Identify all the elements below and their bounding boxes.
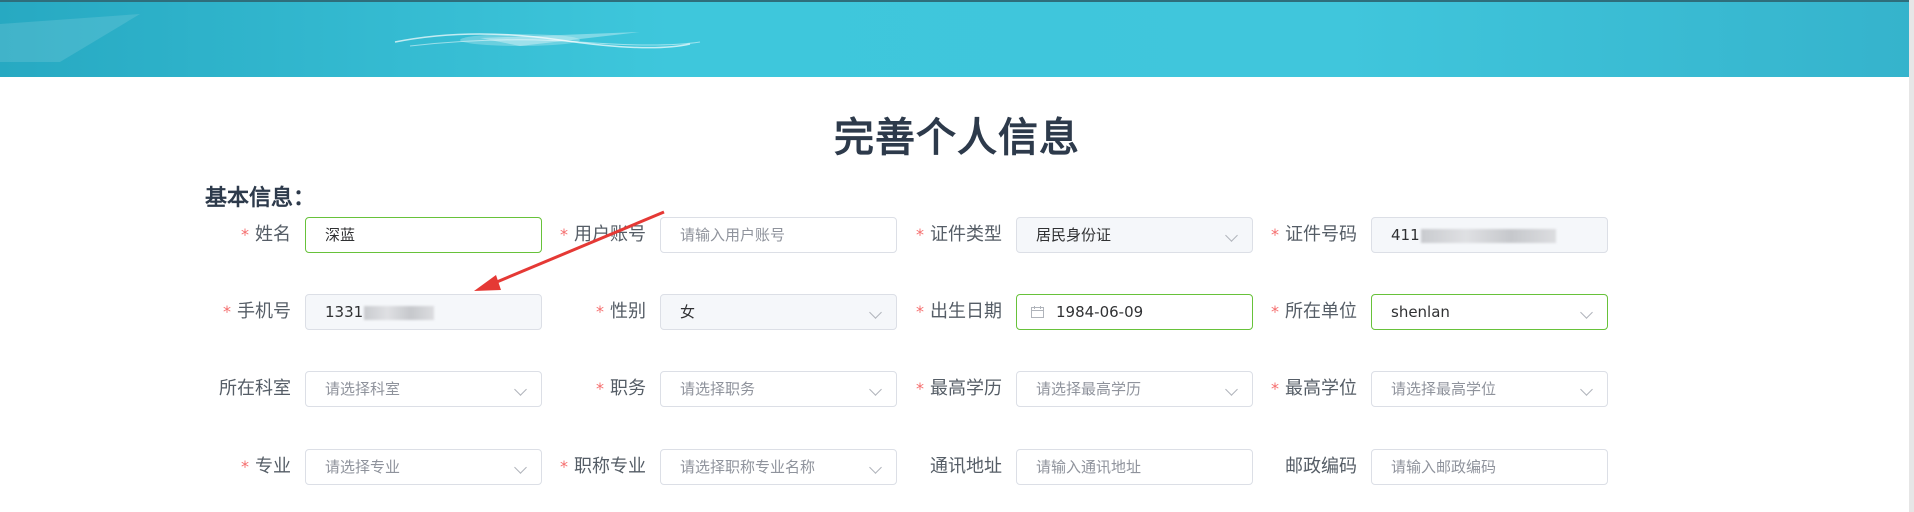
birth-date-picker[interactable]: 1984-06-09: [1016, 294, 1253, 330]
id-type-select[interactable]: 居民身份证: [1016, 217, 1253, 253]
calendar-icon: [1031, 306, 1044, 318]
field-label: 通讯地址: [930, 456, 1002, 477]
required-mark: *: [560, 225, 568, 244]
degree-select[interactable]: 请选择最高学位: [1371, 371, 1608, 407]
title-major-select[interactable]: 请选择职称专业名称: [660, 449, 897, 485]
chevron-down-icon: [1580, 383, 1593, 396]
redacted-blur: [1420, 228, 1556, 243]
field-label: * 专业: [241, 456, 291, 477]
required-mark: *: [596, 302, 604, 321]
field-label: * 手机号: [223, 301, 291, 322]
field-label: 邮政编码: [1285, 456, 1357, 477]
chevron-down-icon: [1225, 383, 1238, 396]
chevron-down-icon: [514, 461, 527, 474]
major-select[interactable]: 请选择专业: [305, 449, 542, 485]
required-mark: *: [916, 379, 924, 398]
field-label: * 姓名: [241, 224, 291, 245]
address-input[interactable]: 请输入通讯地址: [1016, 449, 1253, 485]
required-mark: *: [241, 225, 249, 244]
field-label: * 所在单位: [1271, 301, 1357, 322]
required-mark: *: [1271, 225, 1279, 244]
field-label: * 证件号码: [1271, 224, 1357, 245]
organization-select[interactable]: shenlan: [1371, 294, 1608, 330]
phone-input[interactable]: 1331: [305, 294, 542, 330]
redacted-blur: [364, 305, 435, 320]
required-mark: *: [1271, 379, 1279, 398]
chevron-down-icon: [869, 461, 882, 474]
required-mark: *: [916, 302, 924, 321]
field-label: * 证件类型: [916, 224, 1002, 245]
page-title: 完善个人信息: [834, 115, 1080, 161]
chevron-down-icon: [514, 383, 527, 396]
chevron-down-icon: [1580, 306, 1593, 319]
banner-decoration: [0, 14, 701, 62]
header-banner: [0, 0, 1914, 77]
required-mark: *: [916, 225, 924, 244]
department-select[interactable]: 请选择科室: [305, 371, 542, 407]
field-label: * 最高学位: [1271, 378, 1357, 399]
field-label: * 出生日期: [916, 301, 1002, 322]
gender-select[interactable]: 女: [660, 294, 897, 330]
required-mark: *: [596, 379, 604, 398]
field-label: * 性别: [596, 301, 646, 322]
field-label: * 最高学历: [916, 378, 1002, 399]
field-label: * 用户账号: [560, 224, 646, 245]
required-mark: *: [1271, 302, 1279, 321]
name-input[interactable]: 深蓝: [305, 217, 542, 253]
field-label: 所在科室: [219, 378, 291, 399]
field-label: * 职称专业: [560, 456, 646, 477]
username-input[interactable]: 请输入用户账号: [660, 217, 897, 253]
postcode-input[interactable]: 请输入邮政编码: [1371, 449, 1608, 485]
page-scrollbar[interactable]: [1909, 0, 1914, 512]
field-label: * 职务: [596, 378, 646, 399]
id-number-input[interactable]: 411: [1371, 217, 1608, 253]
education-select[interactable]: 请选择最高学历: [1016, 371, 1253, 407]
chevron-down-icon: [869, 306, 882, 319]
section-title: 基本信息：: [205, 186, 316, 211]
required-mark: *: [223, 302, 231, 321]
required-mark: *: [241, 457, 249, 476]
required-mark: *: [560, 457, 568, 476]
position-select[interactable]: 请选择职务: [660, 371, 897, 407]
chevron-down-icon: [1225, 229, 1238, 242]
chevron-down-icon: [869, 383, 882, 396]
